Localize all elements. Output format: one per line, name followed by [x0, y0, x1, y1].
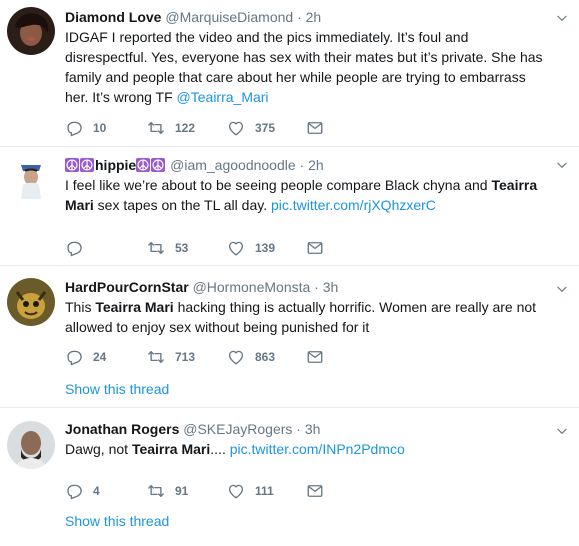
chevron-down-icon[interactable] [555, 11, 569, 25]
tweet-timestamp[interactable]: 3h [323, 279, 339, 295]
reply-button[interactable]: 4 [65, 482, 100, 500]
tweet-text-segment: sex tapes on the TL all day. [93, 197, 271, 213]
tweet-text: Dawg, not Teairra Mari.... pic.twitter.c… [65, 439, 549, 459]
tweet-text-segment: This [65, 299, 96, 315]
highlighted-search-term: Teairra Mari [131, 441, 211, 457]
tweet-text-segment: IDGAF I reported the video and the pics … [65, 29, 543, 105]
retweet-icon [147, 119, 165, 137]
tweet-4[interactable]: Jonathan Rogers @SKEJayRogers · 3h Dawg,… [0, 408, 579, 546]
chevron-down-icon[interactable] [555, 158, 569, 172]
envelope-icon [306, 119, 324, 137]
tweet-3[interactable]: HardPourCornStar @HormoneMonsta · 3h Thi… [0, 266, 579, 408]
name-emoji-group [65, 157, 95, 173]
display-name[interactable]: Diamond Love [65, 9, 161, 25]
like-count: 863 [255, 350, 276, 364]
like-button[interactable]: 111 [227, 482, 274, 500]
tweet-text-segment: I feel like we’re about to be seeing peo… [65, 177, 492, 193]
mention-link[interactable]: @Teairra_Mari [177, 89, 269, 105]
heart-icon [227, 348, 245, 366]
display-name[interactable]: Jonathan Rogers [65, 421, 179, 437]
avatar[interactable] [7, 7, 55, 55]
retweet-count: 713 [175, 350, 196, 364]
peace-symbol-icon [80, 158, 94, 172]
tweet-2[interactable]: hippie @iam_agoodnoodle · 2h I feel like… [0, 147, 579, 266]
highlighted-search-term: Teairra Mari [95, 299, 174, 315]
separator-dot: · [299, 157, 305, 173]
media-link[interactable]: pic.twitter.com/INPn2Pdmco [230, 441, 405, 457]
reply-count: 24 [93, 350, 107, 364]
tweet-text-segment: .... [210, 441, 230, 457]
reply-icon [65, 482, 83, 500]
chevron-down-icon[interactable] [555, 424, 569, 438]
direct-message-button[interactable] [306, 119, 324, 137]
tweet-timestamp[interactable]: 3h [305, 421, 321, 437]
user-handle[interactable]: @iam_agoodnoodle [170, 157, 296, 173]
peace-symbol-icon [65, 158, 79, 172]
peace-symbol-icon [136, 158, 151, 172]
like-count: 111 [255, 484, 274, 498]
direct-message-button[interactable] [306, 239, 324, 257]
separator-dot: · [296, 421, 301, 437]
tweet-text: IDGAF I reported the video and the pics … [65, 27, 549, 107]
user-handle[interactable]: @HormoneMonsta [193, 279, 311, 295]
avatar[interactable] [7, 278, 55, 326]
retweet-button[interactable]: 713 [147, 348, 195, 366]
display-name[interactable]: HardPourCornStar [65, 279, 189, 295]
retweet-count: 122 [175, 121, 196, 135]
tweet-text: I feel like we’re about to be seeing peo… [65, 175, 549, 215]
retweet-icon [147, 348, 165, 366]
retweet-icon [147, 482, 165, 500]
envelope-icon [306, 239, 324, 257]
name-emoji-group [136, 157, 166, 173]
tweet-timestamp[interactable]: 2h [308, 157, 324, 173]
separator-dot: · [314, 279, 319, 295]
retweet-button[interactable]: 53 [147, 239, 188, 257]
heart-icon [227, 119, 245, 137]
tweet-text-segment: Dawg, not [65, 441, 132, 457]
like-button[interactable]: 863 [227, 348, 275, 366]
media-link[interactable]: pic.twitter.com/rjXQhzxerC [271, 197, 436, 213]
direct-message-button[interactable] [306, 482, 324, 500]
like-count: 375 [255, 121, 276, 135]
heart-icon [227, 239, 245, 257]
direct-message-button[interactable] [306, 348, 324, 366]
display-name[interactable]: hippie [95, 157, 136, 173]
retweet-count: 53 [175, 241, 189, 255]
reply-icon [65, 348, 83, 366]
separator-dot: · [297, 9, 302, 25]
avatar[interactable] [7, 155, 55, 203]
reply-count: 4 [93, 484, 100, 498]
chevron-down-icon[interactable] [555, 282, 569, 296]
retweet-count: 91 [175, 484, 189, 498]
reply-icon [65, 119, 83, 137]
tweet-timestamp[interactable]: 2h [306, 9, 322, 25]
user-handle[interactable]: @SKEJayRogers [183, 421, 292, 437]
reply-count: 10 [93, 121, 107, 135]
retweet-button[interactable]: 122 [147, 119, 195, 137]
peace-symbol-icon [151, 158, 166, 172]
retweet-button[interactable]: 91 [147, 482, 188, 500]
reply-button[interactable]: 10 [65, 119, 106, 137]
user-handle[interactable]: @MarquiseDiamond [165, 9, 293, 25]
envelope-icon [306, 482, 324, 500]
envelope-icon [306, 348, 324, 366]
reply-button[interactable] [65, 239, 93, 257]
like-count: 139 [255, 241, 276, 255]
retweet-icon [147, 239, 165, 257]
show-thread-link[interactable]: Show this thread [65, 513, 169, 529]
reply-icon [65, 239, 83, 257]
tweet-text: This Teairra Mari hacking thing is actua… [65, 297, 549, 337]
like-button[interactable]: 375 [227, 119, 275, 137]
reply-button[interactable]: 24 [65, 348, 106, 366]
show-thread-link[interactable]: Show this thread [65, 381, 169, 397]
avatar[interactable] [7, 421, 55, 469]
heart-icon [227, 482, 245, 500]
tweet-1[interactable]: Diamond Love @MarquiseDiamond · 2h IDGAF… [0, 0, 579, 147]
like-button[interactable]: 139 [227, 239, 275, 257]
